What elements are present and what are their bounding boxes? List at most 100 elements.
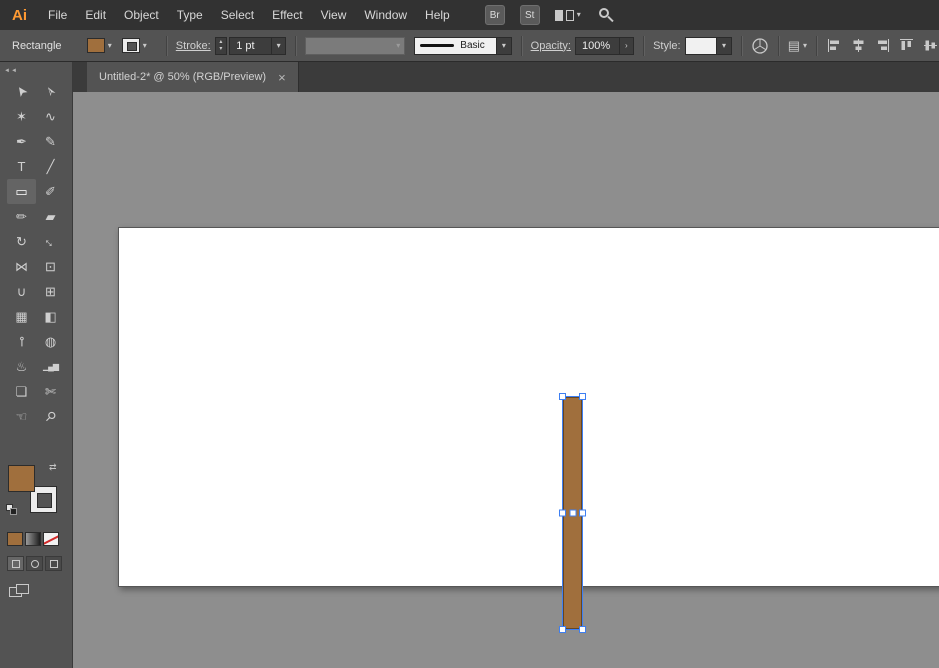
brush-name-label: Basic <box>460 40 484 51</box>
fill-color-indicator[interactable] <box>8 465 35 492</box>
canvas-area[interactable] <box>73 92 939 668</box>
graphic-style-dropdown[interactable] <box>685 37 718 55</box>
align-left-button[interactable] <box>826 37 843 54</box>
zoom-icon: ⚲ <box>43 409 59 425</box>
menu-edit[interactable]: Edit <box>76 8 115 22</box>
opacity-dropdown-button[interactable]: › <box>620 37 634 55</box>
pen-tool[interactable]: ✒ <box>7 129 36 154</box>
stroke-weight-field[interactable]: 1 pt <box>229 37 272 55</box>
rectangle-tool[interactable]: ▭ <box>7 179 36 204</box>
draw-behind-button[interactable] <box>26 556 43 571</box>
mesh-icon: ▦ <box>15 310 27 323</box>
stroke-weight-dropdown-button[interactable]: ▾ <box>272 37 286 55</box>
line-segment-tool[interactable]: ╱ <box>36 154 65 179</box>
opacity-field[interactable]: 100% <box>575 37 620 55</box>
selection-handle-bottom-right[interactable] <box>579 626 586 633</box>
close-tab-icon[interactable]: × <box>278 70 286 85</box>
control-bar: Rectangle ▾ ▾ Stroke: ▴ ▾ 1 pt ▾ ▾ Basic… <box>0 30 939 62</box>
selection-handle-top-left[interactable] <box>559 393 566 400</box>
search-icon <box>607 16 613 22</box>
symbol-sprayer-tool[interactable]: ♨ <box>7 354 36 379</box>
bridge-button[interactable]: Br <box>485 5 505 25</box>
swap-fill-stroke-icon[interactable]: ⇄ <box>49 462 57 473</box>
shape-builder-tool[interactable]: ∪ <box>7 279 36 304</box>
align-vertical-center-button[interactable] <box>922 37 939 54</box>
eraser-tool[interactable]: ▰ <box>36 204 65 229</box>
symbol-sprayer-icon: ♨ <box>16 360 28 373</box>
selection-handle-middle-left[interactable] <box>559 510 566 517</box>
perspective-grid-tool[interactable]: ⊞ <box>36 279 65 304</box>
brush-dropdown-button[interactable]: ▾ <box>497 37 511 55</box>
blend-tool[interactable]: ◍ <box>36 329 65 354</box>
zoom-tool[interactable]: ⚲ <box>36 404 65 429</box>
perspective-grid-icon: ⊞ <box>45 285 56 298</box>
none-button[interactable] <box>43 532 59 546</box>
selection-handle-top-right[interactable] <box>579 393 586 400</box>
selection-handle-bottom-left[interactable] <box>559 626 566 633</box>
document-setup-button[interactable]: ▤ ▾ <box>788 38 807 54</box>
paintbrush-tool[interactable]: ✐ <box>36 179 65 204</box>
fill-color-swatch <box>87 38 105 53</box>
column-graph-tool[interactable]: ▁▄▆ <box>36 354 65 379</box>
draw-inside-button[interactable] <box>45 556 62 571</box>
menu-select[interactable]: Select <box>212 8 263 22</box>
mesh-tool[interactable]: ▦ <box>7 304 36 329</box>
direct-selection-tool[interactable]: ➢ <box>36 79 65 104</box>
document-tab[interactable]: Untitled-2* @ 50% (RGB/Preview) × <box>87 62 299 92</box>
gradient-button[interactable] <box>25 532 41 546</box>
align-top-button[interactable] <box>898 37 915 54</box>
width-tool[interactable]: ⋈ <box>7 254 36 279</box>
magic-wand-icon: ✶ <box>16 110 27 123</box>
arrange-documents-button[interactable]: ▾ <box>555 10 581 21</box>
menu-effect[interactable]: Effect <box>263 8 311 22</box>
search-button[interactable] <box>596 5 616 25</box>
rotate-tool[interactable]: ↻ <box>7 229 36 254</box>
align-right-button[interactable] <box>874 37 891 54</box>
style-dropdown-button[interactable]: ▾ <box>717 37 731 55</box>
tool-grid: ➤ ➢ ✶ ∿ ✒ ✎ T ╱ ▭ ✐ ✏ ▰ ↻ ↔ ⋈ ⊡ ∪ ⊞ ▦ ◧ … <box>7 79 72 429</box>
recolor-artwork-button[interactable] <box>751 37 769 55</box>
artboard[interactable] <box>118 227 939 587</box>
menu-file[interactable]: File <box>39 8 76 22</box>
lasso-tool[interactable]: ∿ <box>36 104 65 129</box>
selection-tool[interactable]: ➤ <box>7 79 36 104</box>
menu-view[interactable]: View <box>312 8 356 22</box>
chevron-down-icon: ▾ <box>803 42 807 50</box>
stroke-weight-stepper[interactable]: ▴ ▾ <box>215 37 228 55</box>
menu-type[interactable]: Type <box>168 8 212 22</box>
stroke-color-dropdown[interactable]: ▾ <box>122 38 147 53</box>
gradient-tool[interactable]: ◧ <box>36 304 65 329</box>
eyedropper-tool[interactable]: ⊸ <box>7 329 36 354</box>
shaper-tool[interactable]: ✏ <box>7 204 36 229</box>
color-button[interactable] <box>7 532 23 546</box>
slice-tool[interactable]: ✄ <box>36 379 65 404</box>
free-transform-tool[interactable]: ⊡ <box>36 254 65 279</box>
selection-handle-middle-right[interactable] <box>579 510 586 517</box>
type-tool[interactable]: T <box>7 154 36 179</box>
selected-rectangle[interactable] <box>562 396 583 630</box>
stock-button[interactable]: St <box>520 5 540 25</box>
artboard-tool[interactable]: ❏ <box>7 379 36 404</box>
tools-panel: ◄◄ ➤ ➢ ✶ ∿ ✒ ✎ T ╱ ▭ ✐ ✏ ▰ ↻ ↔ ⋈ ⊡ ∪ ⊞ ▦… <box>0 62 73 668</box>
lasso-icon: ∿ <box>45 110 56 123</box>
arrange-documents-icon <box>566 10 574 21</box>
collapse-panel-button[interactable]: ◄◄ <box>0 62 72 74</box>
menu-window[interactable]: Window <box>355 8 416 22</box>
scale-tool[interactable]: ↔ <box>36 229 65 254</box>
color-type-buttons <box>7 532 72 546</box>
hand-tool[interactable]: ☜ <box>7 404 36 429</box>
fill-color-dropdown[interactable]: ▾ <box>87 38 112 53</box>
default-fill-stroke-button[interactable] <box>6 504 20 518</box>
stroke-panel-link[interactable]: Stroke: <box>176 40 211 52</box>
document-tab-title: Untitled-2* @ 50% (RGB/Preview) <box>99 71 266 83</box>
selection-handle-center[interactable] <box>569 510 576 517</box>
menu-help[interactable]: Help <box>416 8 459 22</box>
brush-definition-dropdown[interactable]: Basic <box>414 37 497 55</box>
menu-object[interactable]: Object <box>115 8 168 22</box>
opacity-panel-link[interactable]: Opacity: <box>531 40 571 52</box>
align-center-button[interactable] <box>850 37 867 54</box>
change-screen-mode-button[interactable] <box>9 584 31 598</box>
draw-normal-button[interactable] <box>7 556 24 571</box>
magic-wand-tool[interactable]: ✶ <box>7 104 36 129</box>
curvature-tool[interactable]: ✎ <box>36 129 65 154</box>
